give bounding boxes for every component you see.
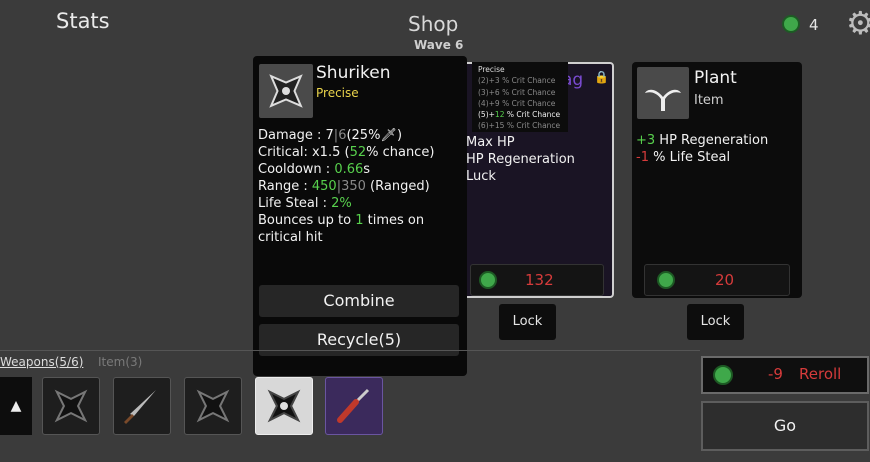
- stats-button[interactable]: Stats: [56, 9, 110, 33]
- price-label: 20: [715, 271, 735, 289]
- coin-icon: [479, 271, 497, 289]
- set-bonus-line: (2)+3 % Crit Chance: [478, 76, 556, 86]
- shuriken-icon: [54, 389, 88, 423]
- set-bonus-line: (6)+15 % Crit Chance: [478, 121, 561, 131]
- stat-damage: Damage : 7|6(25%🗡): [258, 128, 403, 143]
- buy-button[interactable]: 132: [470, 264, 604, 296]
- sword-icon: 🗡: [380, 128, 397, 143]
- coin-icon: [657, 271, 675, 289]
- knife-icon: [124, 390, 156, 424]
- card-stat-2: HP Regeneration: [466, 152, 575, 167]
- stat-lifesteal: Life Steal : 2%: [258, 196, 352, 211]
- item-stat-1: +3 HP Regeneration: [636, 133, 769, 148]
- set-bonus-line: (3)+6 % Crit Chance: [478, 87, 556, 97]
- shuriken-icon: [267, 389, 301, 423]
- tab-weapons[interactable]: Weapons(5/6): [0, 355, 83, 369]
- tab-items[interactable]: Item(3): [98, 355, 142, 369]
- weapon-tooltip: Shuriken Precise Damage : 7|6(25%🗡) Crit…: [253, 56, 467, 376]
- shop-title: Shop: [408, 12, 459, 36]
- buy-button[interactable]: 20: [644, 264, 790, 296]
- recycle-button[interactable]: Recycle(5): [259, 324, 459, 356]
- coin-icon: [713, 365, 733, 385]
- price-label: 132: [525, 271, 554, 289]
- weapon-slot-3[interactable]: [184, 377, 242, 435]
- go-button[interactable]: Go: [701, 401, 869, 451]
- wave-label: Wave 6: [414, 38, 464, 52]
- lock-icon: 🔒: [594, 70, 609, 84]
- stat-critical: Critical: x1.5 (52% chance): [258, 145, 435, 160]
- reroll-cost: -9: [768, 365, 783, 383]
- weapon-slot-5[interactable]: [325, 377, 383, 435]
- coin-count: 4: [809, 16, 819, 34]
- combine-button[interactable]: Combine: [259, 285, 459, 317]
- item-stat-2: -1 % Life Steal: [636, 150, 731, 165]
- set-bonus-tooltip: Precise (2)+3 % Crit Chance (3)+6 % Crit…: [472, 62, 568, 132]
- card-stat-1: Max HP: [466, 135, 515, 150]
- screwdriver-icon: [337, 388, 370, 423]
- weapon-name: Shuriken: [316, 63, 391, 83]
- shuriken-icon: [259, 64, 313, 118]
- set-bonus-line: (4)+9 % Crit Chance: [478, 98, 556, 108]
- inventory-divider: [0, 350, 700, 351]
- reroll-button[interactable]: -9 Reroll: [701, 356, 869, 394]
- weapon-slot-4-selected[interactable]: [255, 377, 313, 435]
- set-bonus-active: (5)+12 % Crit Chance: [478, 110, 561, 120]
- item-type: Item: [694, 93, 724, 108]
- shop-card-plant[interactable]: Plant Item +3 HP Regeneration -1 % Life …: [632, 62, 802, 298]
- reroll-label: Reroll: [799, 365, 842, 383]
- set-bonus-title: Precise: [478, 65, 505, 74]
- stat-bounce: Bounces up to 1 times on critical hit: [258, 213, 425, 245]
- plant-icon: [637, 67, 689, 119]
- lock-button-plant[interactable]: Lock: [687, 304, 744, 340]
- card-stat-3: Luck: [466, 169, 496, 184]
- weapon-rarity: Precise: [316, 86, 359, 100]
- gear-icon[interactable]: ⚙: [846, 7, 870, 39]
- weapon-slot-2[interactable]: [113, 377, 171, 435]
- shuriken-icon: [196, 389, 230, 423]
- item-name: Plant: [694, 68, 737, 88]
- stat-cooldown: Cooldown : 0.66s: [258, 162, 371, 177]
- stat-range: Range : 450|350 (Ranged): [258, 179, 430, 194]
- lock-button-middle[interactable]: Lock: [499, 304, 556, 340]
- scroll-up-button[interactable]: ▲: [0, 377, 32, 435]
- weapon-slot-1[interactable]: [42, 377, 100, 435]
- coin-icon: [782, 15, 800, 33]
